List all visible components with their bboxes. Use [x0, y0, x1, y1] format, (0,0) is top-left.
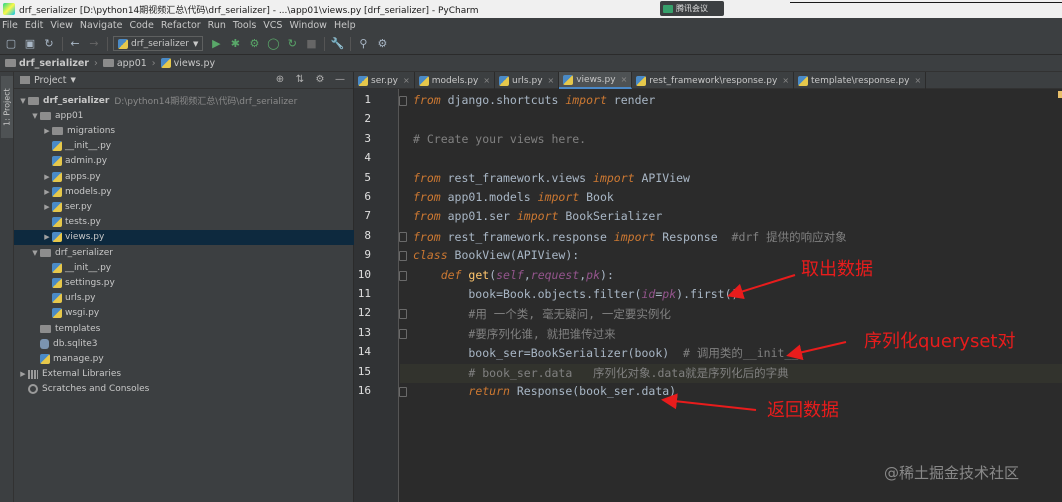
- arrow-to-return: [661, 393, 757, 411]
- arrow-to-serializer: [786, 341, 847, 361]
- annotation-arrows: [661, 274, 847, 411]
- watermark: @稀土掘金技术社区: [884, 464, 1020, 482]
- arrow-to-filter: [727, 274, 796, 300]
